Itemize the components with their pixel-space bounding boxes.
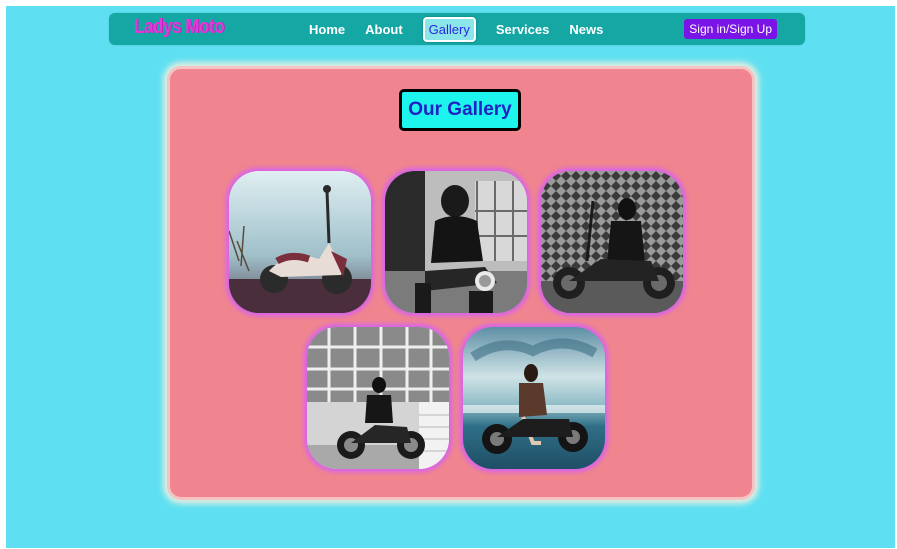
navbar: Ladys Moto Home About Gallery Services N… xyxy=(109,13,805,45)
motorcycle-by-window-photo-icon xyxy=(307,327,449,469)
nav-home[interactable]: Home xyxy=(309,22,345,37)
gallery-photo-window[interactable] xyxy=(307,327,449,469)
nav-services[interactable]: Services xyxy=(496,22,550,37)
nav-about[interactable]: About xyxy=(365,22,403,37)
sign-in-button[interactable]: Sign in/Sign Up xyxy=(684,19,777,39)
nav-gallery[interactable]: Gallery xyxy=(422,16,476,42)
woman-on-motorcycle-beach-photo-icon xyxy=(463,327,605,469)
gallery-photo-scooter[interactable] xyxy=(229,171,371,313)
woman-with-motorcycle-brick-wall-photo-icon xyxy=(541,171,683,313)
site-logo[interactable]: Ladys Moto xyxy=(134,16,225,39)
gallery-photo-beach[interactable] xyxy=(463,327,605,469)
scooter-photo-icon xyxy=(229,171,371,313)
nav-news[interactable]: News xyxy=(569,22,603,37)
gallery-panel: Our Gallery xyxy=(167,66,755,500)
gallery-title: Our Gallery xyxy=(399,89,521,131)
page-background: Ladys Moto Home About Gallery Services N… xyxy=(6,6,895,548)
gallery-photo-wall[interactable] xyxy=(541,171,683,313)
gallery-photo-rider[interactable] xyxy=(385,171,527,313)
woman-on-motorcycle-photo-icon xyxy=(385,171,527,313)
nav-links: Home About Gallery Services News xyxy=(309,13,623,45)
